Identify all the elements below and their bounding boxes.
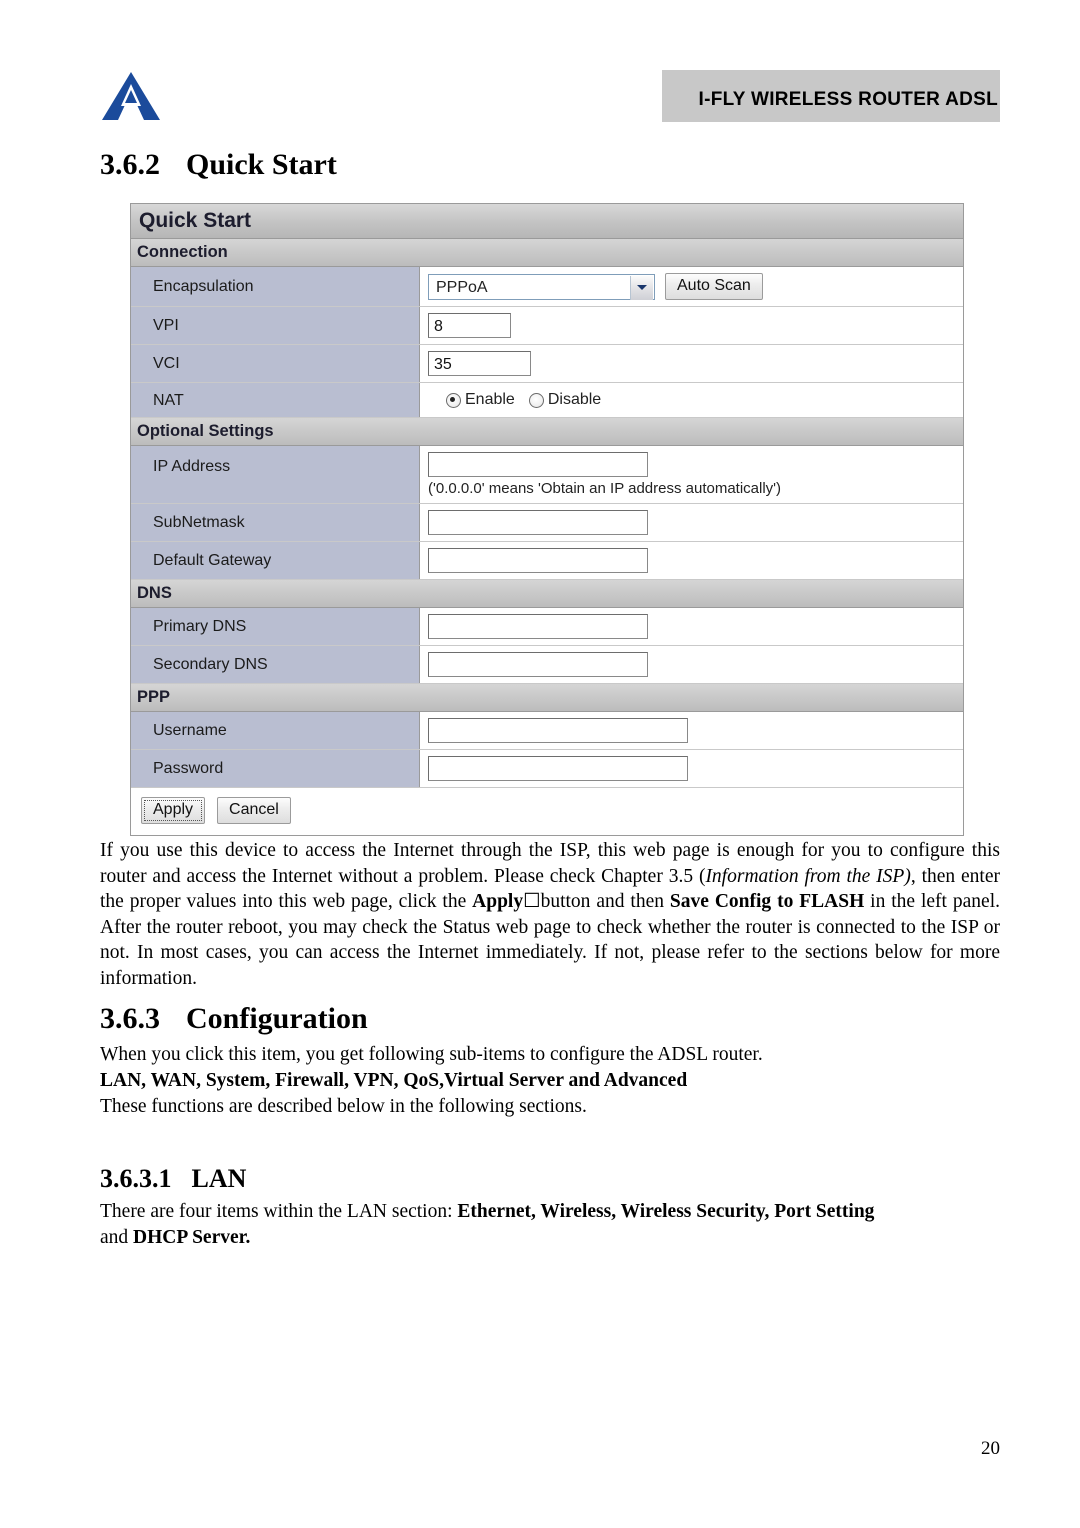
row-nat: NAT Enable Disable bbox=[131, 383, 963, 418]
nat-disable-option[interactable]: Disable bbox=[528, 391, 602, 409]
nat-enable-label: Enable bbox=[465, 391, 515, 408]
configuration-paragraph-2: These functions are described below in t… bbox=[100, 1096, 587, 1117]
vpi-input[interactable]: 8 bbox=[428, 313, 511, 338]
row-primary-dns: Primary DNS bbox=[131, 608, 963, 646]
label-encapsulation: Encapsulation bbox=[131, 267, 420, 306]
form-button-bar: Apply Cancel bbox=[131, 788, 963, 835]
lan-para-part2: and bbox=[100, 1226, 134, 1248]
username-input[interactable] bbox=[428, 718, 688, 743]
heading-lan: 3.6.3.1 LAN bbox=[100, 1164, 246, 1194]
label-secondary-dns: Secondary DNS bbox=[131, 646, 420, 683]
configuration-paragraph: When you click this item, you get follow… bbox=[100, 1044, 763, 1065]
heading-configuration-number: 3.6.3 bbox=[100, 1002, 160, 1035]
cancel-button[interactable]: Cancel bbox=[217, 797, 291, 824]
label-nat: NAT bbox=[131, 383, 420, 417]
row-default-gateway: Default Gateway bbox=[131, 542, 963, 580]
heading-configuration: 3.6.3 Configuration bbox=[100, 1002, 368, 1036]
radio-icon-enable[interactable] bbox=[446, 392, 461, 408]
secondary-dns-input[interactable] bbox=[428, 652, 648, 677]
screenshot-panel-title: Quick Start bbox=[131, 204, 963, 239]
section-optional-heading: Optional Settings bbox=[131, 418, 963, 446]
vci-input[interactable]: 35 bbox=[428, 351, 531, 376]
label-primary-dns: Primary DNS bbox=[131, 608, 420, 645]
heading-lan-text: LAN bbox=[191, 1164, 247, 1193]
qs-para-part3: button and then bbox=[540, 891, 670, 912]
radio-icon-disable[interactable] bbox=[528, 392, 544, 408]
heading-quick-start: 3.6.2 Quick Start bbox=[100, 148, 337, 182]
row-password: Password bbox=[131, 750, 963, 788]
row-secondary-dns: Secondary DNS bbox=[131, 646, 963, 684]
row-username: Username bbox=[131, 712, 963, 750]
configuration-subitems: LAN, WAN, System, Firewall, VPN, QoS,Vir… bbox=[100, 1070, 688, 1091]
atlantis-logo-icon bbox=[102, 72, 160, 120]
ip-address-input[interactable] bbox=[428, 452, 648, 477]
lan-items-bold: Ethernet, Wireless, Wireless Security, P… bbox=[457, 1201, 875, 1222]
label-username: Username bbox=[131, 712, 420, 749]
qs-para-italic: Information from the ISP) bbox=[705, 865, 911, 887]
label-subnetmask: SubNetmask bbox=[131, 504, 420, 541]
label-default-gateway: Default Gateway bbox=[131, 542, 420, 579]
heading-configuration-text: Configuration bbox=[186, 1002, 368, 1035]
row-subnetmask: SubNetmask bbox=[131, 504, 963, 542]
qs-save-bold: Save Config to FLASH bbox=[669, 891, 865, 912]
row-ip-address: IP Address ('0.0.0.0' means 'Obtain an I… bbox=[131, 446, 963, 504]
lan-items-bold-2: DHCP Server. bbox=[133, 1226, 251, 1248]
row-vpi: VPI 8 bbox=[131, 307, 963, 345]
nat-disable-label: Disable bbox=[547, 391, 602, 408]
ip-address-hint: ('0.0.0.0' means 'Obtain an IP address a… bbox=[428, 480, 782, 497]
password-input[interactable] bbox=[428, 756, 688, 781]
section-connection-heading: Connection bbox=[131, 239, 963, 267]
qs-apply-bold: Apply bbox=[472, 891, 524, 912]
auto-scan-button[interactable]: Auto Scan bbox=[665, 273, 763, 300]
heading-lan-number: 3.6.3.1 bbox=[100, 1164, 172, 1193]
heading-quick-start-text: Quick Start bbox=[186, 148, 337, 181]
encapsulation-select-value: PPPoA bbox=[436, 278, 488, 296]
apply-button[interactable]: Apply bbox=[141, 797, 206, 824]
row-encapsulation: Encapsulation PPPoA Auto Scan bbox=[131, 267, 963, 307]
section-dns-heading: DNS bbox=[131, 580, 963, 608]
page-header: I-FLY WIRELESS ROUTER ADSL bbox=[100, 62, 1000, 122]
label-vpi: VPI bbox=[131, 307, 420, 344]
label-ip-address: IP Address bbox=[131, 446, 420, 503]
quick-start-paragraph: If you use this device to access the Int… bbox=[100, 840, 1000, 989]
label-vci: VCI bbox=[131, 345, 420, 382]
lan-paragraph: There are four items within the LAN sect… bbox=[100, 1199, 1000, 1250]
default-gateway-input[interactable] bbox=[428, 548, 648, 573]
chevron-down-icon[interactable] bbox=[630, 275, 653, 300]
nat-enable-option[interactable]: Enable bbox=[446, 391, 515, 409]
subnetmask-input[interactable] bbox=[428, 510, 648, 535]
page-number: 20 bbox=[981, 1438, 1000, 1459]
quick-start-screenshot: Quick Start Connection Encapsulation PPP… bbox=[130, 203, 964, 836]
label-password: Password bbox=[131, 750, 420, 787]
header-title: I-FLY WIRELESS ROUTER ADSL bbox=[698, 89, 998, 110]
section-ppp-heading: PPP bbox=[131, 684, 963, 712]
row-vci: VCI 35 bbox=[131, 345, 963, 383]
encapsulation-select[interactable]: PPPoA bbox=[428, 273, 655, 300]
lan-para-part1: There are four items within the LAN sect… bbox=[100, 1201, 458, 1222]
heading-quick-start-number: 3.6.2 bbox=[100, 148, 160, 181]
primary-dns-input[interactable] bbox=[428, 614, 648, 639]
